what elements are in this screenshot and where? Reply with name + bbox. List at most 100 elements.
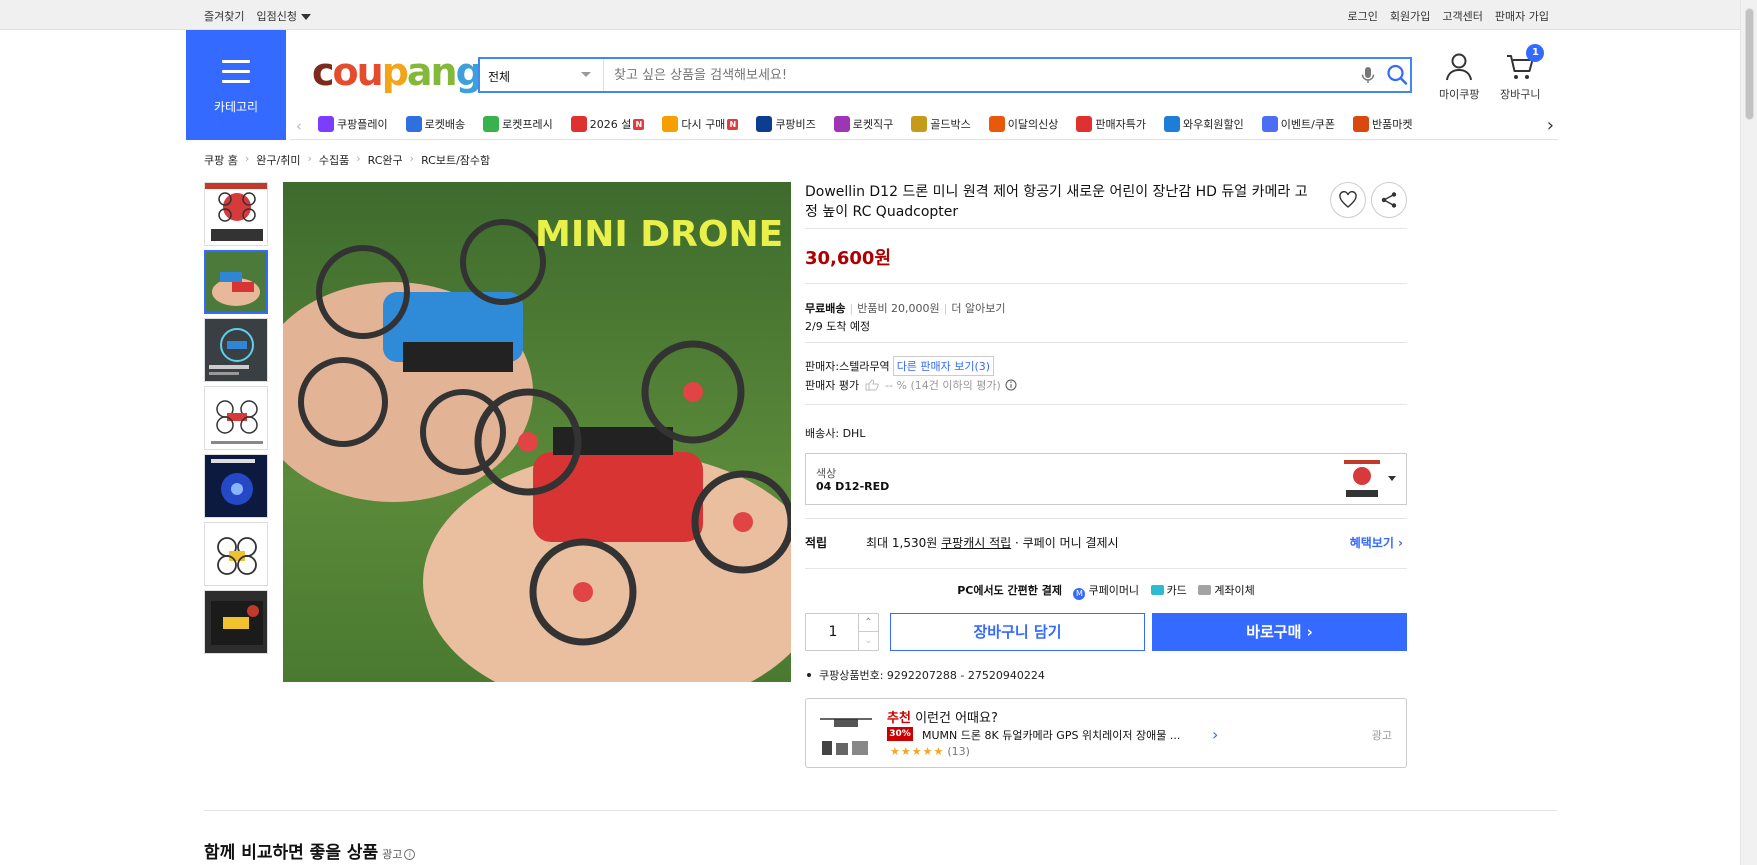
courier-name: DHL bbox=[842, 427, 866, 440]
reward-label: 적립 bbox=[805, 536, 828, 550]
option-label: 색상 bbox=[816, 467, 837, 480]
service-nav-label: 판매자특가 bbox=[1095, 118, 1146, 131]
mycoupang-label: 마이쿠팡 bbox=[1439, 88, 1480, 101]
service-nav-item[interactable]: 로켓프레시 bbox=[483, 116, 553, 132]
add-to-cart-button[interactable]: 장바구니 담기 bbox=[890, 613, 1145, 651]
search-icon[interactable] bbox=[1386, 63, 1408, 87]
service-nav-icon bbox=[662, 116, 679, 132]
page-scrollbar[interactable] bbox=[1740, 0, 1757, 865]
service-nav-item[interactable]: 로켓직구 bbox=[833, 116, 894, 132]
service-nav-label: 로켓배송 bbox=[424, 118, 466, 131]
user-icon bbox=[1446, 53, 1473, 81]
service-nav-item[interactable]: 와우회원할인 bbox=[1163, 116, 1244, 132]
coupang-logo[interactable]: coupang bbox=[312, 50, 483, 94]
breadcrumb-item[interactable]: RC보트/잠수함 bbox=[421, 152, 490, 168]
service-nav-item[interactable]: 다시 구매 N bbox=[662, 116, 739, 132]
top-utility-bar: 즐겨찾기 입점신청 로그인 회원가입 고객센터 판매자 가입 bbox=[0, 0, 1740, 30]
increase-quantity-button[interactable]: ⌃ bbox=[858, 614, 878, 632]
ad-label: 광고 bbox=[1371, 729, 1392, 742]
microphone-icon[interactable] bbox=[1358, 65, 1378, 85]
thumbnail-4[interactable] bbox=[204, 386, 268, 450]
service-nav-icon bbox=[833, 116, 850, 132]
learn-more-link[interactable]: 더 알아보기 bbox=[951, 302, 1005, 315]
service-nav-item[interactable]: 반품마켓 bbox=[1353, 116, 1413, 132]
recommend-label: 추천 bbox=[887, 711, 911, 726]
cart-button[interactable]: 1 장바구니 bbox=[1500, 44, 1545, 102]
other-sellers-link[interactable]: 다른 판매자 보기(3) bbox=[892, 356, 995, 376]
buy-now-button[interactable]: 바로구매 › bbox=[1152, 613, 1407, 651]
product-price: 30,600원 bbox=[805, 248, 892, 269]
logo-letter: p bbox=[381, 50, 409, 94]
thumbnail-7[interactable] bbox=[204, 590, 268, 654]
service-nav-icon bbox=[756, 116, 773, 132]
search-input[interactable] bbox=[604, 59, 1344, 91]
coupang-cash-link[interactable]: 쿠팡캐시 적립 bbox=[941, 536, 1011, 550]
service-nav-item[interactable]: 판매자특가 bbox=[1076, 116, 1146, 132]
service-nav-item[interactable]: 쿠팡플레이 bbox=[318, 116, 388, 132]
chevron-left-icon[interactable]: ‹ bbox=[296, 117, 302, 135]
arrival-date: 2/9 도착 예정 bbox=[805, 320, 871, 333]
main-product-image[interactable]: MINI DRONE bbox=[283, 182, 791, 682]
signup-link[interactable]: 회원가입 bbox=[1390, 8, 1430, 24]
wishlist-button[interactable] bbox=[1330, 182, 1366, 218]
service-nav-item[interactable]: 이달의신상 bbox=[988, 116, 1059, 132]
benefits-link[interactable]: 혜택보기 › bbox=[1350, 534, 1403, 551]
service-nav-item[interactable]: 이벤트/쿠폰 bbox=[1261, 116, 1335, 132]
chevron-right-icon: › bbox=[356, 152, 361, 165]
service-nav: ‹ 쿠팡플레이 로켓배송 로켓프레시 2026 설 N 다시 구매 N 쿠팡비즈 로켓직구 골드박… bbox=[290, 110, 1558, 140]
mycoupang-button[interactable]: 마이쿠팡 bbox=[1439, 52, 1479, 102]
breadcrumb-item[interactable]: RC완구 bbox=[368, 152, 403, 168]
info-icon[interactable]: i bbox=[404, 849, 416, 860]
section-divider bbox=[204, 810, 1557, 811]
seller-info: 판매자: 스텔라무역 다른 판매자 보기(3) bbox=[805, 356, 995, 376]
share-button[interactable] bbox=[1371, 182, 1407, 218]
service-nav-label: 다시 구매 bbox=[681, 118, 726, 131]
thumbnail-2[interactable] bbox=[204, 250, 268, 314]
info-icon[interactable] bbox=[1005, 379, 1017, 391]
chevron-right-icon: › bbox=[244, 152, 250, 165]
easypay-item: 카드 bbox=[1166, 584, 1187, 597]
divider bbox=[805, 228, 1407, 229]
service-nav-item[interactable]: 쿠팡비즈 bbox=[756, 116, 816, 132]
thumbnail-3[interactable] bbox=[204, 318, 268, 382]
search-category-select[interactable]: 전체 bbox=[480, 59, 604, 91]
stars-glyphs: ★★★★★ bbox=[890, 745, 945, 758]
scrollbar-thumb[interactable] bbox=[1745, 8, 1754, 120]
star-rating: ★★★★★ (13) bbox=[890, 745, 970, 758]
category-menu-button[interactable]: 카테고리 bbox=[186, 30, 286, 140]
rating-label: 판매자 평가 bbox=[805, 379, 860, 392]
login-link[interactable]: 로그인 bbox=[1348, 8, 1378, 24]
chevron-right-icon: › bbox=[1212, 725, 1219, 744]
color-option-select[interactable]: 색상 04 D12-RED bbox=[805, 453, 1407, 505]
quantity-value[interactable]: 1 bbox=[806, 624, 860, 640]
review-count: (13) bbox=[947, 745, 970, 758]
seller-signup-link[interactable]: 판매자 가입 bbox=[1495, 8, 1549, 24]
vendor-apply-link[interactable]: 입점신청 bbox=[256, 8, 311, 24]
recommended-product-ad[interactable]: 추천 이런건 어때요? 30% MUMN 드론 8K 듀얼카메라 GPS 위치레… bbox=[805, 698, 1407, 768]
breadcrumb-item[interactable]: 수집품 bbox=[319, 152, 349, 168]
decrease-quantity-button[interactable]: ⌄ bbox=[858, 632, 878, 650]
breadcrumb-item[interactable]: 쿠팡 홈 bbox=[204, 152, 238, 168]
service-nav-label: 로켓직구 bbox=[852, 118, 894, 131]
easypay-label: PC에서도 간편한 결제 bbox=[957, 584, 1062, 597]
chevron-right-icon[interactable]: › bbox=[1547, 115, 1554, 136]
service-nav-label: 이달의신상 bbox=[1007, 118, 1059, 131]
service-nav-item[interactable]: 골드박스 bbox=[911, 116, 971, 132]
reward-max: 최대 1,530원 bbox=[866, 536, 938, 550]
customer-center-link[interactable]: 고객센터 bbox=[1442, 8, 1482, 24]
service-nav-label: 골드박스 bbox=[930, 118, 971, 131]
thumbnail-6[interactable] bbox=[204, 522, 268, 586]
service-nav-item[interactable]: 2026 설N bbox=[570, 116, 645, 132]
divider bbox=[805, 404, 1407, 405]
thumbnail-1[interactable] bbox=[204, 182, 268, 246]
service-nav-list: 쿠팡플레이 로켓배송 로켓프레시 2026 설 N 다시 구매 N 쿠팡비즈 로켓직구 골드박스 이… bbox=[318, 116, 1431, 132]
thumbnail-5[interactable] bbox=[204, 454, 268, 518]
service-nav-item[interactable]: 로켓배송 bbox=[405, 116, 466, 132]
bank-icon bbox=[1198, 585, 1212, 595]
service-nav-label: 쿠팡비즈 bbox=[775, 118, 816, 131]
seller-name: 스텔라무역 bbox=[839, 360, 890, 373]
breadcrumb-item[interactable]: 완구/취미 bbox=[256, 152, 300, 168]
courier-info: 배송사: DHL bbox=[805, 425, 865, 441]
bookmark-link[interactable]: 즐겨찾기 bbox=[204, 8, 244, 24]
easy-pay-info: PC에서도 간편한 결제 M 쿠페이머니 카드 계좌이체 bbox=[805, 582, 1407, 600]
